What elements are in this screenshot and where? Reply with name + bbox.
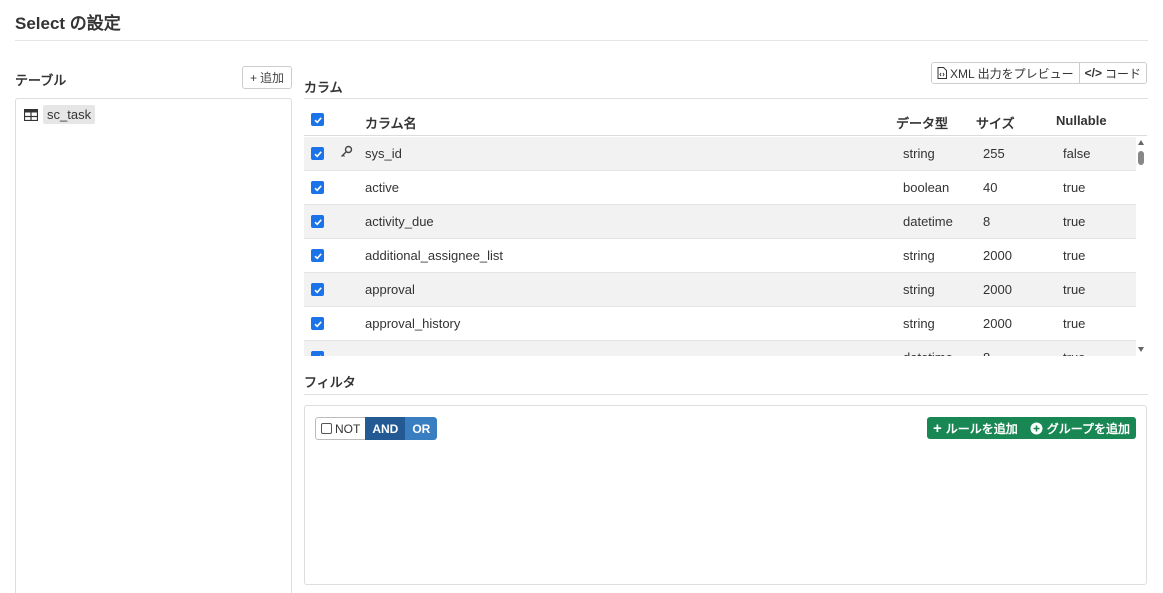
- cell-nullable: true: [1063, 180, 1086, 195]
- tree-item-label: sc_task: [43, 105, 96, 124]
- file-code-icon: [937, 67, 948, 79]
- cell-nullable: true: [1063, 350, 1085, 356]
- table-tree: sc_task: [15, 98, 292, 593]
- not-toggle[interactable]: NOT: [315, 417, 366, 440]
- cell-size: 2000: [983, 248, 1012, 263]
- not-label: NOT: [335, 421, 361, 436]
- not-checkbox[interactable]: [321, 423, 332, 434]
- cell-nullable: true: [1063, 316, 1086, 331]
- cell-nullable: true: [1063, 248, 1086, 263]
- header-data-type: データ型: [896, 116, 949, 131]
- table-row[interactable]: additional_assignee_list string 2000 tru…: [304, 239, 1136, 273]
- cell-nullable: true: [1063, 214, 1086, 229]
- add-group-label: グループを追加: [1046, 421, 1130, 436]
- cell-size: 2000: [983, 282, 1012, 297]
- plus-icon: +: [932, 419, 942, 437]
- scroll-down-arrow-icon[interactable]: [1138, 347, 1144, 352]
- columns-scrollbar[interactable]: [1136, 140, 1147, 356]
- header-column-name: カラム名: [365, 116, 417, 131]
- columns-table-body[interactable]: sys_id string 255 false active boolean 4…: [304, 137, 1147, 356]
- and-button[interactable]: AND: [365, 417, 406, 440]
- row-checkbox[interactable]: [311, 351, 324, 356]
- filter-section-label: フィルタ: [304, 375, 356, 390]
- xml-preview-button[interactable]: XML 出力をプレビュー: [932, 63, 1079, 83]
- cell-size: 2000: [983, 316, 1012, 331]
- code-icon: </>: [1084, 66, 1102, 80]
- scrollbar-thumb[interactable]: [1138, 151, 1144, 165]
- cell-column-name: additional_assignee_list: [365, 248, 504, 263]
- scroll-up-arrow-icon[interactable]: [1138, 140, 1144, 145]
- plus-icon: +: [249, 70, 257, 85]
- columns-divider: [304, 98, 1148, 99]
- row-checkbox[interactable]: [311, 215, 324, 228]
- columns-section-label: カラム: [304, 80, 343, 95]
- cell-data-type: string: [903, 316, 935, 331]
- row-checkbox[interactable]: [311, 249, 324, 262]
- cell-data-type: string: [903, 282, 935, 297]
- table-row[interactable]: activity_due datetime 8 true: [304, 205, 1136, 239]
- cell-data-type: string: [903, 146, 935, 161]
- key-icon: [341, 145, 353, 157]
- table-icon: [24, 108, 38, 121]
- add-rule-label: ルールを追加: [945, 421, 1018, 436]
- logic-toggle-group: NOT AND OR: [315, 417, 438, 440]
- filter-builder: NOT AND OR + ルールを追加 グループを追加: [304, 405, 1147, 585]
- row-checkbox[interactable]: [311, 283, 324, 296]
- cell-data-type: datetime: [903, 350, 953, 356]
- add-group-button[interactable]: グループを追加: [1024, 417, 1136, 439]
- table-row[interactable]: datetime 8 true: [304, 341, 1136, 356]
- header-size: サイズ: [976, 116, 1015, 131]
- cell-data-type: boolean: [903, 180, 950, 195]
- or-button[interactable]: OR: [405, 417, 438, 440]
- columns-table-header: カラム名 データ型 サイズ Nullable: [304, 104, 1147, 136]
- page-title: Select の設定: [15, 14, 121, 33]
- add-table-label: 追加: [260, 71, 285, 85]
- tree-item-sc-task[interactable]: sc_task: [24, 105, 96, 124]
- add-table-button[interactable]: + 追加: [242, 66, 292, 89]
- cell-nullable: false: [1063, 146, 1091, 161]
- cell-data-type: datetime: [903, 214, 953, 229]
- tables-section-label: テーブル: [15, 73, 67, 88]
- filter-divider: [304, 394, 1148, 395]
- cell-nullable: true: [1063, 282, 1086, 297]
- cell-size: 40: [983, 180, 998, 195]
- code-label: コード: [1104, 66, 1141, 81]
- xml-preview-label: XML 出力をプレビュー: [950, 66, 1074, 81]
- row-checkbox[interactable]: [311, 147, 324, 160]
- table-row[interactable]: approval_history string 2000 true: [304, 307, 1136, 341]
- table-row[interactable]: sys_id string 255 false: [304, 137, 1136, 171]
- select-all-checkbox[interactable]: [311, 113, 324, 126]
- row-checkbox[interactable]: [311, 181, 324, 194]
- filter-actions: + ルールを追加 グループを追加: [926, 417, 1136, 439]
- cell-size: 255: [983, 146, 1005, 161]
- cell-column-name: active: [365, 180, 399, 195]
- cell-size: 8: [983, 350, 990, 356]
- table-row[interactable]: active boolean 40 true: [304, 171, 1136, 205]
- code-button[interactable]: </> コード: [1078, 63, 1146, 83]
- cell-size: 8: [983, 214, 991, 229]
- cell-column-name: approval: [365, 282, 415, 297]
- table-row[interactable]: approval string 2000 true: [304, 273, 1136, 307]
- cell-column-name: approval_history: [365, 316, 461, 331]
- add-rule-button[interactable]: + ルールを追加: [927, 417, 1024, 439]
- title-divider: [15, 40, 1148, 41]
- header-nullable: Nullable: [1056, 113, 1107, 128]
- cell-data-type: string: [903, 248, 935, 263]
- row-checkbox[interactable]: [311, 317, 324, 330]
- cell-column-name: activity_due: [365, 214, 434, 229]
- columns-toolbar: XML 出力をプレビュー </> コード: [931, 62, 1147, 84]
- plus-circle-icon: [1030, 422, 1043, 434]
- cell-column-name: sys_id: [365, 146, 402, 161]
